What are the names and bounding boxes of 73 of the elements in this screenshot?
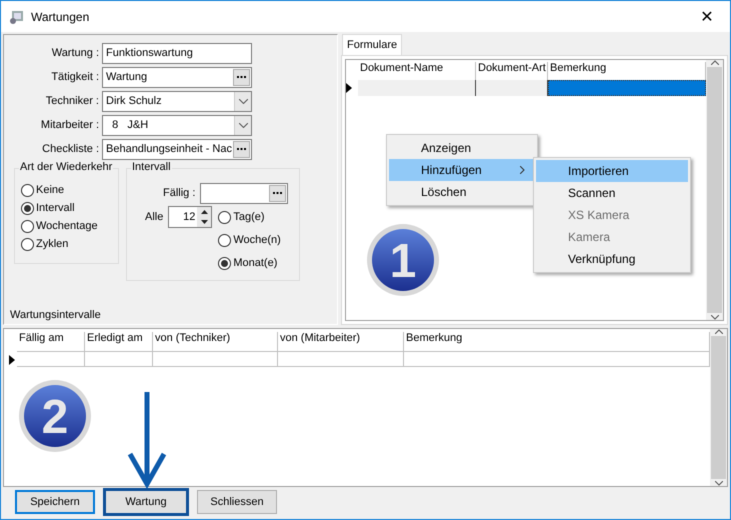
radio-button[interactable] [218,256,232,270]
column-header[interactable]: Erledigt am [85,332,153,352]
column-header[interactable]: von (Mitarbeiter) [278,332,404,352]
field-label: Mitarbeiter : [40,119,100,131]
field-label: Checkliste : [41,143,100,155]
row-pointer-icon [9,354,15,364]
scrollbar[interactable] [706,60,723,320]
menu-item[interactable]: Importieren [536,160,688,182]
more-icon[interactable] [233,140,250,158]
field-label: Wartung : [50,47,100,59]
field-label: Techniker : [44,95,100,107]
scroll-up-icon [710,60,718,65]
number-badge: 1 [366,223,440,297]
window-title: Wartungen [31,10,90,24]
radio-label: Monat(e) [233,257,278,269]
dialog-button[interactable]: Speichern [15,490,95,514]
chevron-down-icon [238,122,248,128]
scrollbar[interactable] [710,329,727,486]
radio-label: Woche(n) [233,234,281,246]
input-field[interactable]: Behandlungseinheit - Nac [102,138,252,160]
radio-label: Wochentage [36,220,98,232]
radio-button[interactable] [218,234,232,246]
radio-button[interactable] [21,184,34,196]
group-title: Art der Wiederkehr [19,161,114,173]
menu-item[interactable]: Hinzufügen [389,159,535,181]
field-label: Alle [145,211,164,223]
dialog-button[interactable]: Wartung [103,488,189,516]
radio-label: Zyklen [36,238,68,250]
table-cell[interactable] [153,352,278,367]
table-cell[interactable] [85,352,153,367]
column-header[interactable]: Bemerkung [404,332,710,352]
window-icon [9,8,25,24]
dialog-button[interactable]: Schliessen [197,490,277,514]
dropdown-field[interactable]: Dirk Schulz [102,90,252,112]
menu-item[interactable]: Löschen [389,181,535,203]
table-cell[interactable] [476,80,548,96]
table-cell[interactable] [278,352,404,367]
radio-button[interactable] [21,220,34,232]
radio-label: Keine [36,184,64,196]
field-label: Fällig : [163,187,196,199]
radio-button[interactable] [21,202,34,214]
menu-item[interactable]: Verknüpfung [536,248,688,270]
scroll-down-icon [714,481,722,486]
row-pointer-icon [346,83,352,93]
radio-button[interactable] [21,238,34,250]
input-field[interactable]: Funktionswartung [102,42,252,64]
close-button[interactable]: ✕ [692,2,722,30]
radio-button[interactable] [218,210,232,224]
column-header[interactable]: von (Techniker) [153,332,278,352]
table-cell[interactable] [17,352,85,367]
table-cell[interactable] [358,80,476,96]
more-icon[interactable] [269,184,286,202]
tab[interactable]: Formulare [342,34,402,55]
scroll-up-icon [714,329,722,334]
table-cell[interactable] [548,80,706,96]
table-cell[interactable] [404,352,710,367]
menu-item[interactable]: Anzeigen [389,137,535,159]
radio-label: Intervall [36,202,75,214]
input-field[interactable]: Wartung [102,66,252,88]
menu-item[interactable]: Scannen [536,182,688,204]
group-title: Intervall [131,161,172,173]
more-icon[interactable] [233,68,250,86]
scroll-down-icon [710,315,718,320]
section-label: Wartungsintervalle [9,309,102,323]
chevron-right-icon [520,166,525,174]
number-spinner[interactable]: 12 [168,206,212,228]
field-label: Tätigkeit : [50,71,100,83]
column-header[interactable]: Fällig am [17,332,85,352]
date-field[interactable] [200,182,288,204]
number-badge: 2 [18,379,92,453]
dropdown-field[interactable]: 8 J&H [102,114,252,136]
radio-label: Tag(e) [233,211,265,223]
chevron-down-icon [238,98,248,104]
